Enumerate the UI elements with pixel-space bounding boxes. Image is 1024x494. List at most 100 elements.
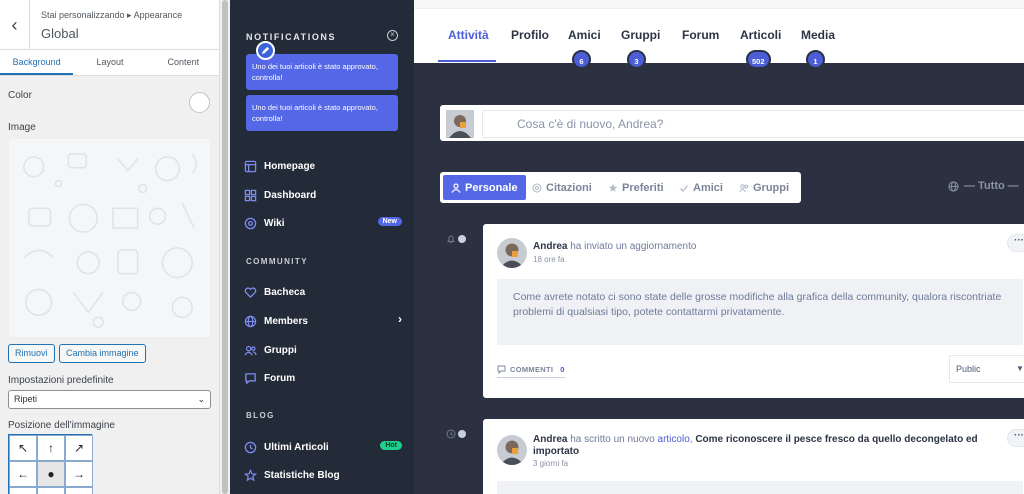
tab-gruppi[interactable]: Gruppi	[621, 28, 660, 42]
activity-more-button[interactable]: ···	[1007, 429, 1024, 447]
customizer-scrollbar[interactable]	[219, 0, 230, 494]
change-image-button[interactable]: Cambia immagine	[59, 344, 146, 363]
comments-label: COMMENTI	[510, 365, 554, 374]
sidebar-item-bacheca[interactable]: Bacheca	[244, 283, 404, 301]
sidebar-item-label: Members	[264, 315, 308, 327]
visibility-select[interactable]: Public ▼	[949, 355, 1024, 383]
sidebar-item-label: Statistiche Blog	[264, 469, 340, 481]
community-section-title: COMMUNITY	[246, 257, 308, 266]
timeline-dot	[458, 235, 466, 243]
activity-header: Andrea ha scritto un nuovo articolo, Com…	[533, 434, 993, 458]
position-top-left[interactable]: ↖	[9, 435, 37, 461]
repeat-select[interactable]: Ripeti ⌄	[8, 390, 211, 409]
notification-item[interactable]: Uno dei tuoi articoli è stato approvato,…	[246, 95, 398, 131]
globe-icon	[948, 180, 959, 192]
check-icon	[680, 184, 689, 192]
clock-icon	[244, 441, 257, 453]
notifications-title: NOTIFICATIONS	[246, 32, 337, 42]
sidebar-item-label: Bacheca	[264, 286, 306, 298]
caret-down-icon: ▼	[1016, 364, 1024, 373]
avatar	[446, 110, 474, 138]
scope-value: — Tutto —	[964, 180, 1019, 192]
tab-media[interactable]: Media	[801, 28, 835, 42]
filter-citazioni[interactable]: Citazioni	[532, 175, 592, 200]
activity-separator: ,	[689, 434, 693, 445]
media-count-badge: 1	[806, 50, 825, 69]
sidebar-item-label: Wiki	[264, 217, 285, 229]
customizer-header: ‹ Stai personalizzando ▸ Appearance Glob…	[0, 0, 219, 50]
tab-attivita[interactable]: Attività	[448, 28, 489, 42]
sidebar-item-label: Forum	[264, 372, 296, 384]
profile-nav: Attività Profilo Amici Gruppi Forum Arti…	[414, 0, 1024, 63]
wiki-icon	[244, 217, 257, 229]
close-notifications-icon[interactable]: ×	[387, 30, 398, 41]
back-button[interactable]: ‹	[0, 0, 30, 50]
chat-icon	[245, 372, 256, 385]
position-right[interactable]: →	[65, 461, 93, 487]
sidebar-item-statistiche-blog[interactable]: Statistiche Blog	[244, 466, 404, 484]
position-bottom-right[interactable]	[65, 487, 93, 494]
at-icon	[532, 182, 542, 193]
whats-new-input[interactable]: Cosa c'è di nuovo, Andrea?	[482, 110, 1024, 138]
sidebar-item-label: Homepage	[264, 160, 316, 172]
tab-layout[interactable]: Layout	[73, 50, 146, 75]
timeline-dot	[458, 430, 466, 438]
image-position-grid: ↖ ↑ ↗ ← ● →	[8, 434, 93, 494]
article-type-link[interactable]: articolo	[658, 434, 690, 445]
preset-label: Impostazioni predefinite	[8, 375, 114, 386]
site-sidebar: NOTIFICATIONS × Uno dei tuoi articoli è …	[230, 0, 414, 494]
chevron-down-icon: ⌄	[197, 394, 205, 404]
gruppi-count-badge: 3	[627, 50, 646, 69]
filter-gruppi[interactable]: Gruppi	[739, 175, 789, 200]
scope-select[interactable]: — Tutto —	[948, 180, 1019, 192]
activity-more-button[interactable]: ···	[1007, 234, 1024, 252]
position-bottom-left[interactable]	[9, 487, 37, 494]
active-tab-underline	[438, 60, 496, 62]
activity-timestamp[interactable]: 3 giorni fa	[533, 459, 568, 468]
new-badge: New	[377, 217, 402, 226]
tab-profilo[interactable]: Profilo	[511, 28, 549, 42]
tab-forum[interactable]: Forum	[682, 28, 719, 42]
activity-timestamp[interactable]: 18 ore fa	[533, 255, 565, 264]
homepage-icon	[244, 160, 257, 172]
sidebar-item-homepage[interactable]: Homepage	[244, 157, 404, 175]
sidebar-item-members[interactable]: Members ›	[244, 312, 404, 330]
activity-content	[497, 481, 1023, 494]
activity-author-link[interactable]: Andrea	[533, 434, 567, 445]
amici-count-badge: 6	[572, 50, 591, 69]
remove-image-button[interactable]: Rimuovi	[8, 344, 55, 363]
color-picker-swatch[interactable]	[189, 92, 210, 113]
position-left[interactable]: ←	[9, 461, 37, 487]
edit-pencil-icon[interactable]	[256, 41, 275, 60]
tab-articoli[interactable]: Articoli	[740, 28, 781, 42]
scrollbar-thumb[interactable]	[222, 0, 228, 494]
activity-content: Come avrete notato ci sono state delle g…	[497, 279, 1023, 345]
sidebar-item-forum[interactable]: Forum	[244, 369, 404, 387]
background-image-preview[interactable]	[8, 138, 211, 338]
comment-icon	[497, 365, 506, 374]
position-label: Posizione dell'immagine	[8, 420, 115, 431]
activity-author-link[interactable]: Andrea	[533, 241, 567, 252]
tab-amici[interactable]: Amici	[568, 28, 601, 42]
tab-background[interactable]: Background	[0, 50, 74, 75]
filter-amici[interactable]: Amici	[679, 175, 723, 200]
profile-main: Attività Profilo Amici Gruppi Forum Arti…	[414, 0, 1024, 494]
customizer-breadcrumb: Stai personalizzando ▸ Appearance	[41, 10, 183, 20]
tab-content[interactable]: Content	[147, 50, 219, 75]
hot-badge: Hot	[380, 441, 402, 450]
filter-label: Preferiti	[622, 181, 664, 194]
image-label: Image	[8, 122, 36, 133]
sidebar-item-gruppi[interactable]: Gruppi	[244, 341, 404, 359]
sidebar-item-ultimi-articoli[interactable]: Ultimi Articoli Hot	[244, 438, 404, 456]
chevron-right-icon: ›	[398, 312, 402, 326]
position-top[interactable]: ↑	[37, 435, 65, 461]
position-bottom[interactable]	[37, 487, 65, 494]
comments-link[interactable]: COMMENTI 0	[497, 365, 565, 378]
avatar	[497, 435, 527, 465]
sidebar-item-wiki[interactable]: Wiki New	[244, 214, 404, 232]
position-center[interactable]: ●	[37, 461, 65, 487]
position-top-right[interactable]: ↗	[65, 435, 93, 461]
filter-personale[interactable]: Personale	[443, 175, 526, 200]
filter-preferiti[interactable]: Preferiti	[608, 175, 664, 200]
sidebar-item-dashboard[interactable]: Dashboard	[244, 186, 404, 204]
